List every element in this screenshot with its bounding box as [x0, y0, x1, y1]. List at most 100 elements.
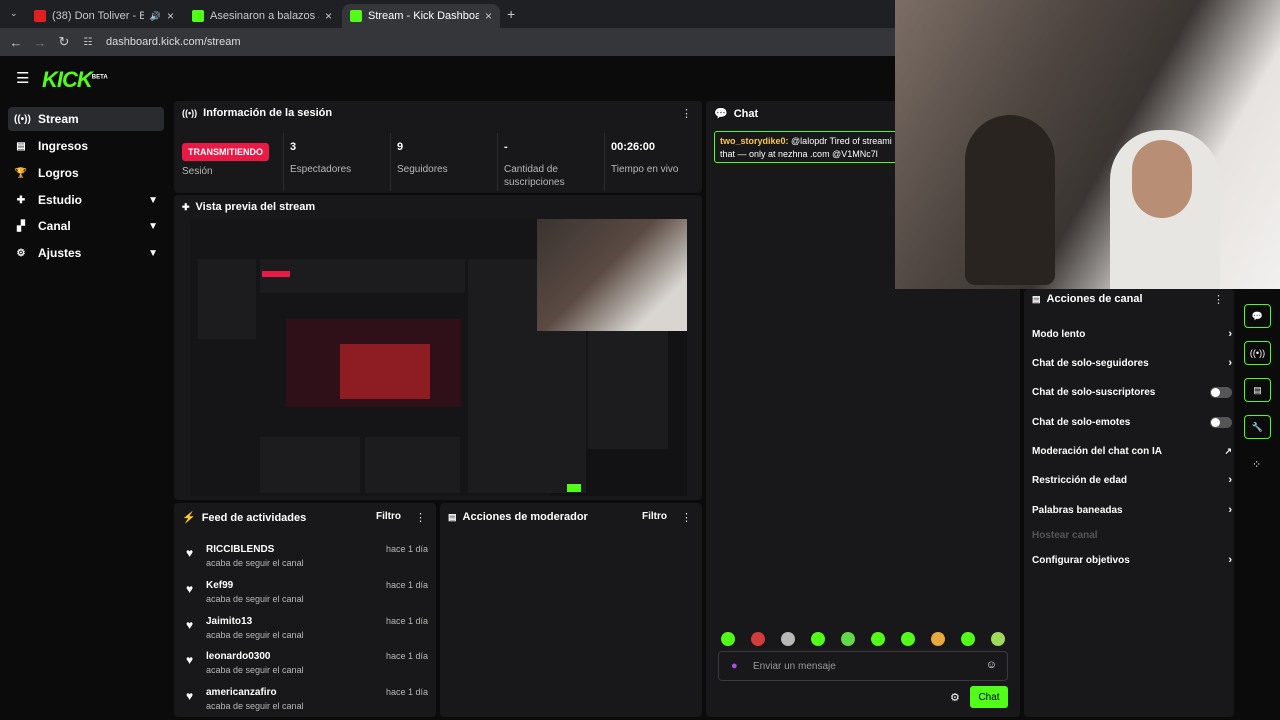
activity-user[interactable]: Jaimito13: [206, 616, 252, 627]
emotes-only-toggle[interactable]: [1210, 416, 1232, 428]
sidebar-item-estudio[interactable]: ✚ Estudio ▼: [8, 188, 164, 212]
browser-tab-kick-dashboard[interactable]: Stream - Kick Dashboard ×: [342, 4, 500, 28]
broadcast-icon: ((•)): [14, 113, 31, 125]
browser-tab-news[interactable]: Asesinaron a balazos al cantan ×: [184, 4, 340, 28]
new-tab-button[interactable]: +: [507, 6, 515, 22]
layout-icon: ▤: [1253, 384, 1262, 395]
chat-settings-icon[interactable]: ⚙: [950, 691, 960, 704]
action-label: Restricción de edad: [1032, 474, 1128, 486]
emoji-picker-icon[interactable]: ☺: [986, 659, 997, 671]
sidebar-item-ajustes[interactable]: ⚙ Ajustes ▼: [8, 241, 164, 265]
action-followers-only[interactable]: Chat de solo-seguidores ›: [1032, 353, 1232, 373]
forward-icon[interactable]: →: [28, 35, 52, 50]
emote-icon[interactable]: [901, 632, 915, 646]
kick-logo[interactable]: KICKBETA: [42, 67, 108, 93]
url-field[interactable]: dashboard.kick.com/stream: [106, 36, 241, 48]
panel-header: ▤ Acciones de moderador: [448, 511, 588, 523]
list-item: ♥ Jaimito13 acaba de seguir el canal hace 1…: [174, 612, 434, 648]
panel-header: ⚡ Feed de actividades: [182, 511, 306, 525]
emote-icon[interactable]: [841, 632, 855, 646]
microphone-icon[interactable]: ●: [731, 660, 738, 672]
site-info-icon[interactable]: ☷: [76, 37, 100, 48]
chevron-right-icon: ›: [1228, 474, 1232, 486]
sidebar-item-ingresos[interactable]: ▤ Ingresos: [8, 134, 164, 158]
filter-button[interactable]: Filtro: [642, 511, 667, 522]
chevron-right-icon: ›: [1228, 357, 1232, 369]
trophy-icon: 🏆: [14, 167, 28, 179]
stat-value: -: [504, 141, 508, 153]
stat-value: 9: [397, 141, 404, 153]
close-tab-icon[interactable]: ×: [325, 9, 332, 23]
subscribers-only-toggle[interactable]: [1210, 386, 1232, 398]
action-label: Hostear canal: [1032, 529, 1098, 541]
close-tab-icon[interactable]: ×: [167, 9, 174, 23]
emote-icon[interactable]: [781, 632, 795, 646]
emote-icon[interactable]: [991, 632, 1005, 646]
action-slow-mode[interactable]: Modo lento ›: [1032, 324, 1232, 344]
beta-badge: BETA: [91, 74, 108, 81]
apps-icon[interactable]: ⁘: [1252, 458, 1261, 471]
action-ai-moderation[interactable]: Moderación del chat con IA ↗: [1032, 441, 1232, 461]
stream-preview-panel: ✚ Vista previa del stream: [174, 195, 702, 500]
more-options-icon[interactable]: ⋮: [681, 511, 692, 524]
list-item: ♥ leonardo0300 acaba de seguir el canal hac…: [174, 647, 434, 683]
action-emotes-only[interactable]: Chat de solo-emotes: [1032, 412, 1232, 432]
reload-icon[interactable]: ↻: [52, 34, 76, 50]
activity-user[interactable]: americanzafiro: [206, 687, 277, 698]
panel-header: 💬 Chat: [714, 107, 758, 121]
speaker-icon[interactable]: 🔊: [150, 11, 161, 22]
sidebar-item-canal[interactable]: ▞ Canal ▼: [8, 214, 164, 238]
stat-viewers: 3 Espectadores: [283, 133, 389, 191]
send-chat-button[interactable]: Chat: [970, 686, 1008, 708]
activity-user[interactable]: Kef99: [206, 580, 233, 591]
action-configure-goals[interactable]: Configurar objetivos ›: [1032, 550, 1232, 570]
activity-time: hace 1 día: [385, 616, 428, 626]
layout-rail-button[interactable]: ▤: [1244, 378, 1271, 402]
sidebar-item-stream[interactable]: ((•)) Stream: [8, 107, 164, 131]
activity-feed-panel: ⚡ Feed de actividades Filtro ⋮ ♥ RICCIBLEN…: [174, 503, 436, 717]
kick-favicon-icon: [192, 10, 204, 22]
action-label: Chat de solo-seguidores: [1032, 357, 1149, 369]
action-host-channel: Hostear canal: [1032, 525, 1232, 545]
studio-icon: ✚: [16, 194, 26, 206]
activity-user[interactable]: RICCIBLENDS: [206, 544, 274, 555]
emote-icon[interactable]: [961, 632, 975, 646]
preview-mini-sidebar: [198, 259, 256, 339]
gear-icon: ⚙: [16, 247, 26, 259]
browser-tab-youtube[interactable]: (38) Don Toliver - BOGUS ( 🔊 ×: [26, 4, 182, 28]
stream-preview-video[interactable]: [190, 219, 687, 496]
chat-input-placeholder: Enviar un mensaje: [753, 661, 836, 672]
activity-user[interactable]: leonardo0300: [206, 651, 270, 662]
chevron-down-icon: ▼: [148, 220, 158, 232]
action-age-restriction[interactable]: Restricción de edad ›: [1032, 470, 1232, 490]
filter-button[interactable]: Filtro: [376, 511, 401, 522]
chat-rail-button[interactable]: 💬: [1244, 304, 1271, 328]
chat-username[interactable]: two_storydike0:: [720, 136, 789, 146]
sidebar-item-label: Ingresos: [38, 139, 89, 153]
emote-icon[interactable]: [721, 632, 735, 646]
tools-rail-button[interactable]: 🔧: [1244, 415, 1271, 439]
action-label: Moderación del chat con IA: [1032, 445, 1163, 457]
youtube-favicon-icon: [34, 10, 46, 22]
preview-mini-mod: [365, 437, 460, 493]
emote-icon[interactable]: [751, 632, 765, 646]
action-banned-words[interactable]: Palabras baneadas ›: [1032, 500, 1232, 520]
back-icon[interactable]: ←: [4, 35, 28, 50]
hamburger-menu-icon[interactable]: ☰: [16, 69, 29, 87]
emote-icon[interactable]: [811, 632, 825, 646]
more-options-icon[interactable]: ⋮: [415, 511, 426, 524]
more-options-icon[interactable]: ⋮: [681, 107, 692, 120]
action-subscribers-only[interactable]: Chat de solo-suscriptores: [1032, 382, 1232, 402]
live-status-badge: TRANSMITIENDO: [182, 143, 269, 161]
chat-input[interactable]: ● Enviar un mensaje ☺: [718, 651, 1008, 681]
more-options-icon[interactable]: ⋮: [1213, 293, 1224, 306]
emote-icon[interactable]: [871, 632, 885, 646]
sidebar-item-logros[interactable]: 🏆 Logros: [8, 161, 164, 185]
lightning-icon: ⚡: [182, 512, 196, 524]
stat-label: Espectadores: [290, 164, 352, 175]
close-tab-icon[interactable]: ×: [485, 9, 492, 23]
tab-list-chevron-icon[interactable]: ⌄: [10, 8, 18, 19]
emote-icon[interactable]: [931, 632, 945, 646]
activity-text: acaba de seguir el canal: [206, 701, 304, 711]
broadcast-rail-button[interactable]: ((•)): [1244, 341, 1271, 365]
